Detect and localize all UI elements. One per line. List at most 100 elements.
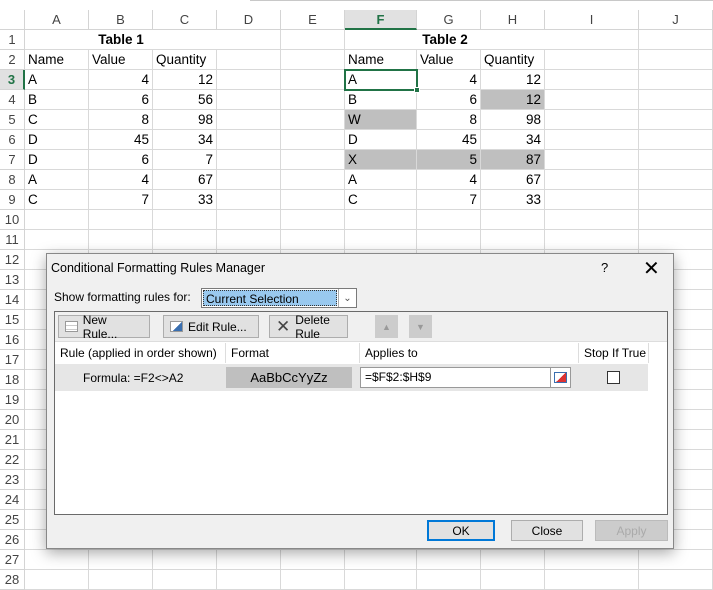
row-header-21[interactable]: 21 bbox=[0, 430, 25, 450]
table-header[interactable]: Name bbox=[345, 50, 417, 70]
table-cell[interactable]: W bbox=[345, 110, 417, 130]
rule-row[interactable]: Formula: =F2<>A2 AaBbCcYyZz =$F$2:$H$9 bbox=[55, 364, 648, 391]
table-cell[interactable]: C bbox=[25, 190, 89, 210]
move-down-button[interactable]: ▼ bbox=[409, 315, 432, 338]
row-header-6[interactable]: 6 bbox=[0, 130, 25, 150]
table-cell[interactable]: D bbox=[25, 150, 89, 170]
table-cell[interactable]: B bbox=[345, 90, 417, 110]
row-header-2[interactable]: 2 bbox=[0, 50, 25, 70]
cell[interactable] bbox=[345, 230, 417, 250]
cell[interactable] bbox=[217, 570, 281, 590]
cell[interactable] bbox=[89, 230, 153, 250]
table-cell[interactable]: 34 bbox=[481, 130, 545, 150]
table-cell[interactable]: 45 bbox=[417, 130, 481, 150]
row-header-22[interactable]: 22 bbox=[0, 450, 25, 470]
cell[interactable] bbox=[639, 230, 713, 250]
fill-handle[interactable] bbox=[414, 87, 420, 93]
column-header-E[interactable]: E bbox=[281, 10, 345, 30]
row-header-20[interactable]: 20 bbox=[0, 410, 25, 430]
cell[interactable] bbox=[345, 210, 417, 230]
table-cell[interactable]: D bbox=[25, 130, 89, 150]
table-cell[interactable]: 6 bbox=[89, 90, 153, 110]
table-title[interactable]: Table 1 bbox=[25, 30, 217, 50]
cell[interactable] bbox=[545, 30, 639, 50]
cell[interactable] bbox=[639, 110, 713, 130]
cell[interactable] bbox=[217, 130, 281, 150]
cell[interactable] bbox=[281, 150, 345, 170]
cell[interactable] bbox=[545, 570, 639, 590]
table-cell[interactable]: A bbox=[25, 170, 89, 190]
table-cell[interactable]: 4 bbox=[89, 170, 153, 190]
stop-if-true-checkbox[interactable] bbox=[607, 371, 620, 384]
table-cell[interactable]: 33 bbox=[153, 190, 217, 210]
cell[interactable] bbox=[217, 230, 281, 250]
table-title[interactable]: Table 2 bbox=[345, 30, 545, 50]
row-header-17[interactable]: 17 bbox=[0, 350, 25, 370]
cell[interactable] bbox=[217, 210, 281, 230]
cell[interactable] bbox=[417, 570, 481, 590]
cell[interactable] bbox=[25, 230, 89, 250]
cell[interactable] bbox=[639, 70, 713, 90]
column-header-D[interactable]: D bbox=[217, 10, 281, 30]
table-cell[interactable]: 56 bbox=[153, 90, 217, 110]
cell[interactable] bbox=[89, 550, 153, 570]
row-header-19[interactable]: 19 bbox=[0, 390, 25, 410]
row-header-7[interactable]: 7 bbox=[0, 150, 25, 170]
table-cell[interactable]: 7 bbox=[417, 190, 481, 210]
row-header-15[interactable]: 15 bbox=[0, 310, 25, 330]
table-cell[interactable]: 6 bbox=[89, 150, 153, 170]
applies-to-input[interactable]: =$F$2:$H$9 bbox=[360, 367, 571, 388]
ok-button[interactable]: OK bbox=[427, 520, 495, 541]
row-header-1[interactable]: 1 bbox=[0, 30, 25, 50]
cell[interactable] bbox=[25, 550, 89, 570]
table-cell[interactable]: 45 bbox=[89, 130, 153, 150]
cell[interactable] bbox=[639, 570, 713, 590]
chevron-down-icon[interactable]: ⌄ bbox=[338, 289, 356, 307]
table-cell[interactable]: 98 bbox=[481, 110, 545, 130]
row-header-3[interactable]: 3 bbox=[0, 70, 25, 90]
column-header-I[interactable]: I bbox=[545, 10, 639, 30]
table-cell[interactable]: B bbox=[25, 90, 89, 110]
table-cell[interactable]: 34 bbox=[153, 130, 217, 150]
help-button[interactable]: ? bbox=[601, 260, 608, 275]
table-cell[interactable]: D bbox=[345, 130, 417, 150]
cell[interactable] bbox=[481, 570, 545, 590]
table-cell[interactable]: 5 bbox=[417, 150, 481, 170]
row-header-14[interactable]: 14 bbox=[0, 290, 25, 310]
row-header-5[interactable]: 5 bbox=[0, 110, 25, 130]
cell[interactable] bbox=[217, 30, 281, 50]
table-header[interactable]: Quantity bbox=[481, 50, 545, 70]
table-cell[interactable]: 7 bbox=[89, 190, 153, 210]
cell[interactable] bbox=[545, 210, 639, 230]
table-cell[interactable]: 7 bbox=[153, 150, 217, 170]
table-header[interactable]: Name bbox=[25, 50, 89, 70]
cell[interactable] bbox=[217, 170, 281, 190]
cell[interactable] bbox=[545, 550, 639, 570]
row-header-10[interactable]: 10 bbox=[0, 210, 25, 230]
table-cell[interactable]: 4 bbox=[417, 70, 481, 90]
cell[interactable] bbox=[217, 150, 281, 170]
cell[interactable] bbox=[217, 90, 281, 110]
delete-rule-button[interactable]: ✕ Delete Rule bbox=[269, 313, 348, 341]
table-cell[interactable]: 12 bbox=[481, 70, 545, 90]
table-cell[interactable]: A bbox=[345, 170, 417, 190]
table-cell[interactable]: 6 bbox=[417, 90, 481, 110]
cell[interactable] bbox=[217, 190, 281, 210]
row-header-11[interactable]: 11 bbox=[0, 230, 25, 250]
cell[interactable] bbox=[217, 110, 281, 130]
cell[interactable] bbox=[281, 130, 345, 150]
close-icon[interactable]: ✕ bbox=[643, 256, 660, 281]
cell[interactable] bbox=[281, 50, 345, 70]
table-cell[interactable]: A bbox=[25, 70, 89, 90]
cell[interactable] bbox=[217, 70, 281, 90]
cell[interactable] bbox=[153, 210, 217, 230]
cell[interactable] bbox=[25, 570, 89, 590]
cell[interactable] bbox=[417, 230, 481, 250]
cell[interactable] bbox=[281, 30, 345, 50]
cell[interactable] bbox=[481, 210, 545, 230]
cell[interactable] bbox=[217, 50, 281, 70]
column-header-H[interactable]: H bbox=[481, 10, 545, 30]
cell[interactable] bbox=[417, 550, 481, 570]
table-cell[interactable]: 98 bbox=[153, 110, 217, 130]
table-cell[interactable]: 8 bbox=[89, 110, 153, 130]
